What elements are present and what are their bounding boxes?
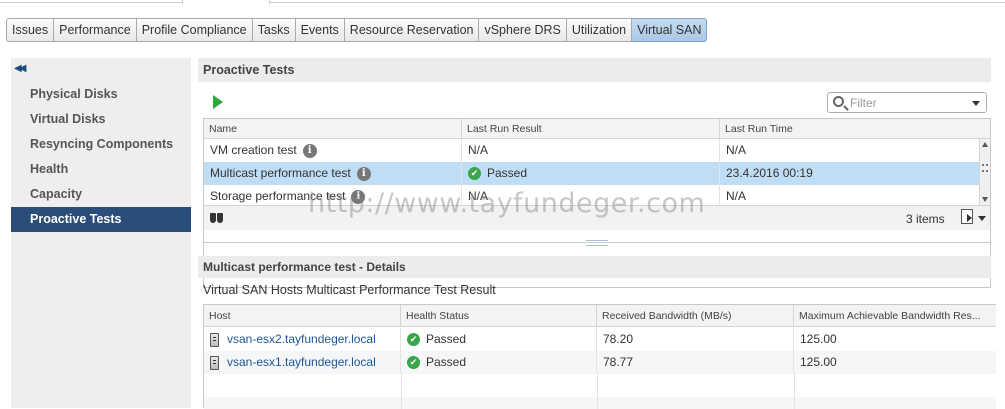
main-panel: Proactive Tests Filter Name Last Run Res… bbox=[198, 58, 996, 409]
test-name: Storage performance test bbox=[210, 189, 346, 203]
table-row[interactable]: vsan-esx1.tayfundeger.local ✔ Passed 78.7… bbox=[204, 351, 996, 374]
column-header-max-bandwidth[interactable]: Maximum Achievable Bandwidth Res... bbox=[794, 305, 996, 327]
scroll-up-icon[interactable] bbox=[982, 142, 988, 147]
table-row-selected[interactable]: Multicast performance test i ✔ Passed 23.4… bbox=[204, 162, 980, 185]
empty-rows bbox=[204, 374, 996, 409]
subtab-issues[interactable]: Issues bbox=[6, 18, 55, 42]
check-circle-icon: ✔ bbox=[407, 333, 420, 347]
test-name: Multicast performance test bbox=[210, 166, 351, 180]
column-header-last-run-time[interactable]: Last Run Time bbox=[720, 119, 990, 139]
table-row[interactable]: vsan-esx2.tayfundeger.local ✔ Passed 78.2… bbox=[204, 328, 996, 351]
run-test-icon[interactable] bbox=[213, 95, 223, 109]
max-bandwidth: 125.00 bbox=[800, 355, 837, 369]
page-title: Proactive Tests bbox=[203, 63, 295, 77]
export-icon[interactable] bbox=[961, 209, 973, 224]
details-header: Multicast performance test - Details bbox=[198, 256, 991, 278]
nav-item-resyncing-components[interactable]: Resyncing Components bbox=[11, 132, 191, 157]
grid-header: Name Last Run Result Last Run Time bbox=[204, 119, 990, 139]
test-result: Passed bbox=[487, 166, 528, 180]
host-icon bbox=[210, 355, 219, 370]
host-link[interactable]: vsan-esx2.tayfundeger.local bbox=[227, 332, 376, 346]
active-main-tab[interactable] bbox=[182, 0, 270, 4]
scroll-grip-icon[interactable] bbox=[982, 164, 988, 172]
health-status: Passed bbox=[426, 332, 467, 346]
test-result: N/A bbox=[468, 189, 489, 203]
details-subtitle: Virtual SAN Hosts Multicast Performance … bbox=[203, 283, 496, 297]
column-header-name[interactable]: Name bbox=[204, 119, 462, 139]
nav-list: Physical Disks Virtual Disks Resyncing C… bbox=[11, 82, 191, 232]
test-time: N/A bbox=[726, 143, 747, 157]
top-tab-line bbox=[0, 0, 1005, 3]
subtab-bar: Issues Performance Profile Compliance Ta… bbox=[6, 18, 708, 42]
check-circle-icon: ✔ bbox=[468, 167, 481, 181]
info-icon[interactable]: i bbox=[356, 166, 371, 181]
chevron-down-icon[interactable] bbox=[978, 216, 986, 221]
subtab-virtual-san[interactable]: Virtual SAN bbox=[632, 18, 708, 42]
proactive-header: Proactive Tests bbox=[198, 58, 991, 82]
grid-footer: 3 items bbox=[204, 205, 990, 230]
received-bandwidth: 78.20 bbox=[603, 332, 634, 346]
health-status: Passed bbox=[426, 355, 467, 369]
collapse-nav-icon[interactable]: ◀◀ bbox=[14, 63, 27, 74]
info-icon[interactable]: i bbox=[351, 189, 366, 204]
binoculars-icon[interactable] bbox=[209, 211, 225, 223]
test-name: VM creation test bbox=[210, 143, 297, 157]
vertical-scrollbar[interactable] bbox=[979, 139, 990, 205]
host-link[interactable]: vsan-esx1.tayfundeger.local bbox=[227, 355, 376, 369]
grid-header: Host Health Status Received Bandwidth (M… bbox=[204, 305, 996, 327]
splitter-handle[interactable] bbox=[586, 240, 608, 246]
subtab-resource-reservation[interactable]: Resource Reservation bbox=[344, 18, 480, 42]
filter-input[interactable]: Filter bbox=[827, 92, 987, 113]
subtab-profile-compliance[interactable]: Profile Compliance bbox=[136, 18, 253, 42]
nav-item-health[interactable]: Health bbox=[11, 157, 191, 182]
column-header-last-run-result[interactable]: Last Run Result bbox=[462, 119, 720, 139]
test-time: 23.4.2016 00:19 bbox=[726, 166, 813, 180]
info-icon[interactable]: i bbox=[302, 143, 317, 158]
test-time: N/A bbox=[726, 189, 747, 203]
column-header-host[interactable]: Host bbox=[204, 305, 401, 327]
scroll-down-icon[interactable] bbox=[982, 197, 988, 202]
filter-placeholder: Filter bbox=[850, 96, 877, 110]
left-nav: ◀◀ Physical Disks Virtual Disks Resyncin… bbox=[11, 58, 191, 408]
table-row[interactable]: Storage performance test i N/A N/A bbox=[204, 185, 980, 205]
check-circle-icon: ✔ bbox=[407, 356, 420, 370]
nav-item-proactive-tests[interactable]: Proactive Tests bbox=[11, 207, 191, 232]
details-title: Multicast performance test - Details bbox=[203, 260, 406, 274]
subtab-events[interactable]: Events bbox=[295, 18, 345, 42]
top-tab-strip: Issues Performance Profile Compliance Ta… bbox=[0, 0, 1005, 48]
test-result: N/A bbox=[468, 143, 489, 157]
chevron-down-icon[interactable] bbox=[972, 101, 980, 106]
received-bandwidth: 78.77 bbox=[603, 355, 634, 369]
multicast-results-grid: Host Health Status Received Bandwidth (M… bbox=[203, 304, 996, 409]
items-count: 3 items bbox=[906, 212, 945, 226]
nav-item-capacity[interactable]: Capacity bbox=[11, 182, 191, 207]
column-header-health-status[interactable]: Health Status bbox=[401, 305, 597, 327]
subtab-tasks[interactable]: Tasks bbox=[252, 18, 296, 42]
subtab-utilization[interactable]: Utilization bbox=[566, 18, 633, 42]
search-icon bbox=[833, 96, 844, 107]
subtab-vsphere-drs[interactable]: vSphere DRS bbox=[479, 18, 567, 42]
subtab-performance[interactable]: Performance bbox=[54, 18, 137, 42]
host-icon bbox=[210, 332, 219, 347]
column-header-received-bandwidth[interactable]: Received Bandwidth (MB/s) bbox=[597, 305, 794, 327]
max-bandwidth: 125.00 bbox=[800, 332, 837, 346]
table-row[interactable]: VM creation test i N/A N/A bbox=[204, 139, 980, 162]
nav-item-virtual-disks[interactable]: Virtual Disks bbox=[11, 107, 191, 132]
nav-item-physical-disks[interactable]: Physical Disks bbox=[11, 82, 191, 107]
